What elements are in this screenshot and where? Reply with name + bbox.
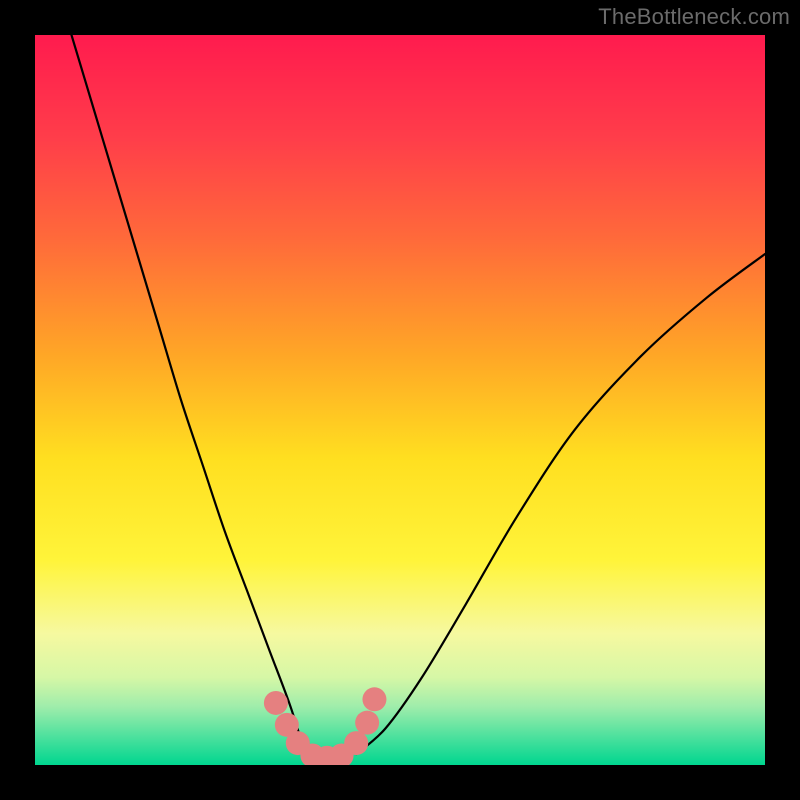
marker-point — [344, 731, 368, 755]
plot-area — [35, 35, 765, 765]
chart-svg — [35, 35, 765, 765]
gradient-rect — [35, 35, 765, 765]
marker-point — [264, 691, 288, 715]
marker-point — [362, 687, 386, 711]
chart-frame: TheBottleneck.com — [0, 0, 800, 800]
marker-point — [355, 711, 379, 735]
watermark-text: TheBottleneck.com — [598, 4, 790, 30]
